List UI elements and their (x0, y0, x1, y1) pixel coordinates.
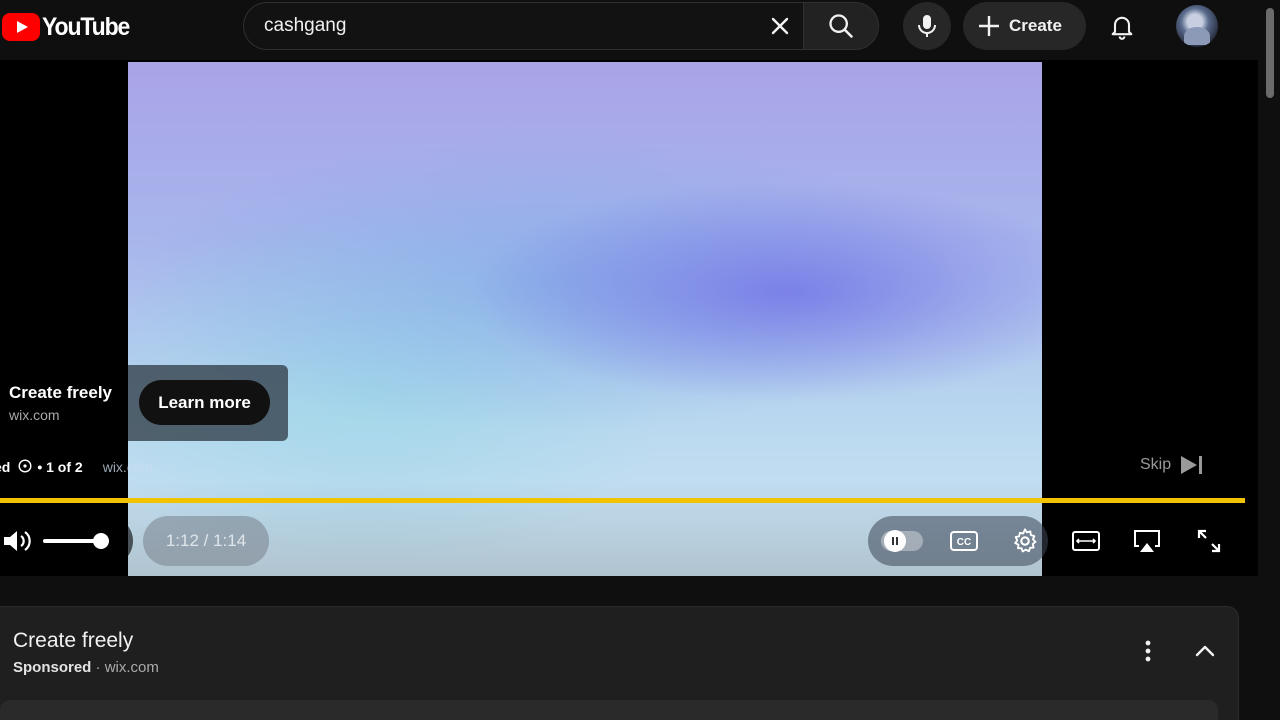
airplay-icon (1134, 530, 1160, 552)
video-player[interactable]: Create freely wix.com Learn more ed • 1 … (0, 60, 1258, 576)
ad-card-more-button[interactable] (1130, 632, 1166, 670)
search-box (243, 2, 803, 50)
skip-ad-button[interactable]: Skip (1140, 452, 1205, 478)
svg-text:CC: CC (957, 537, 971, 548)
youtube-logo-icon (2, 13, 40, 41)
ad-panel-left (0, 365, 128, 441)
ad-card-domain[interactable]: wix.com (105, 659, 159, 676)
airplay-button[interactable] (1125, 519, 1169, 563)
clear-search-button[interactable] (762, 8, 798, 44)
voice-search-button[interactable] (903, 2, 951, 50)
ad-card-sponsored-label: Sponsored (13, 659, 92, 676)
search-button[interactable] (803, 2, 879, 50)
top-bar: YouTube Create (0, 0, 1280, 56)
create-label: Create (1009, 16, 1062, 35)
fullscreen-icon (1197, 529, 1221, 553)
youtube-logo[interactable]: YouTube (0, 10, 137, 44)
autoplay-toggle-knob[interactable] (884, 530, 906, 552)
brand-name: YouTube (42, 12, 130, 41)
theater-mode-icon (1072, 531, 1100, 551)
more-vertical-icon (1145, 640, 1151, 662)
create-button[interactable]: Create (963, 2, 1086, 50)
captions-button[interactable]: CC (942, 519, 986, 563)
chevron-up-icon (1195, 645, 1215, 657)
ad-position-text: • 1 of 2 (37, 459, 83, 475)
plus-icon (979, 16, 999, 36)
ad-progress-bar[interactable] (0, 498, 1245, 503)
settings-gear-icon (1014, 528, 1037, 553)
search-input[interactable] (264, 3, 744, 49)
settings-button[interactable] (1003, 519, 1047, 563)
time-display: 1:12 / 1:14 (143, 516, 269, 566)
ad-card-separator: · (91, 659, 105, 676)
volume-slider-knob[interactable] (93, 533, 109, 549)
close-icon (771, 17, 789, 35)
captions-icon: CC (950, 531, 978, 551)
account-avatar[interactable] (1176, 5, 1218, 47)
ad-info-row: ed • 1 of 2 wix.com (0, 457, 153, 477)
ad-card-subtitle: Sponsored · wix.com (13, 659, 159, 676)
skip-label: Skip (1140, 456, 1172, 473)
ad-title[interactable]: Create freely (9, 383, 112, 403)
learn-more-button[interactable]: Learn more (139, 380, 270, 425)
info-icon[interactable] (18, 458, 32, 476)
bell-icon (1111, 16, 1133, 40)
page-scrollbar[interactable] (1262, 0, 1280, 720)
search-icon (829, 14, 853, 38)
microphone-icon (918, 15, 936, 37)
ad-card-title[interactable]: Create freely (13, 629, 133, 653)
ad-card-bottom-area (0, 700, 1218, 720)
skip-next-icon (1181, 456, 1203, 474)
sponsored-label: ed (0, 459, 11, 475)
ad-overlay-domain[interactable]: wix.com (103, 459, 154, 475)
volume-icon[interactable] (2, 527, 34, 555)
ad-card-collapse-button[interactable] (1186, 632, 1224, 670)
fullscreen-button[interactable] (1187, 519, 1231, 563)
ad-domain: wix.com (9, 407, 60, 423)
theater-mode-button[interactable] (1064, 519, 1108, 563)
notifications-button[interactable] (1100, 4, 1144, 48)
pause-icon (892, 537, 898, 545)
scrollbar-thumb[interactable] (1266, 8, 1274, 98)
